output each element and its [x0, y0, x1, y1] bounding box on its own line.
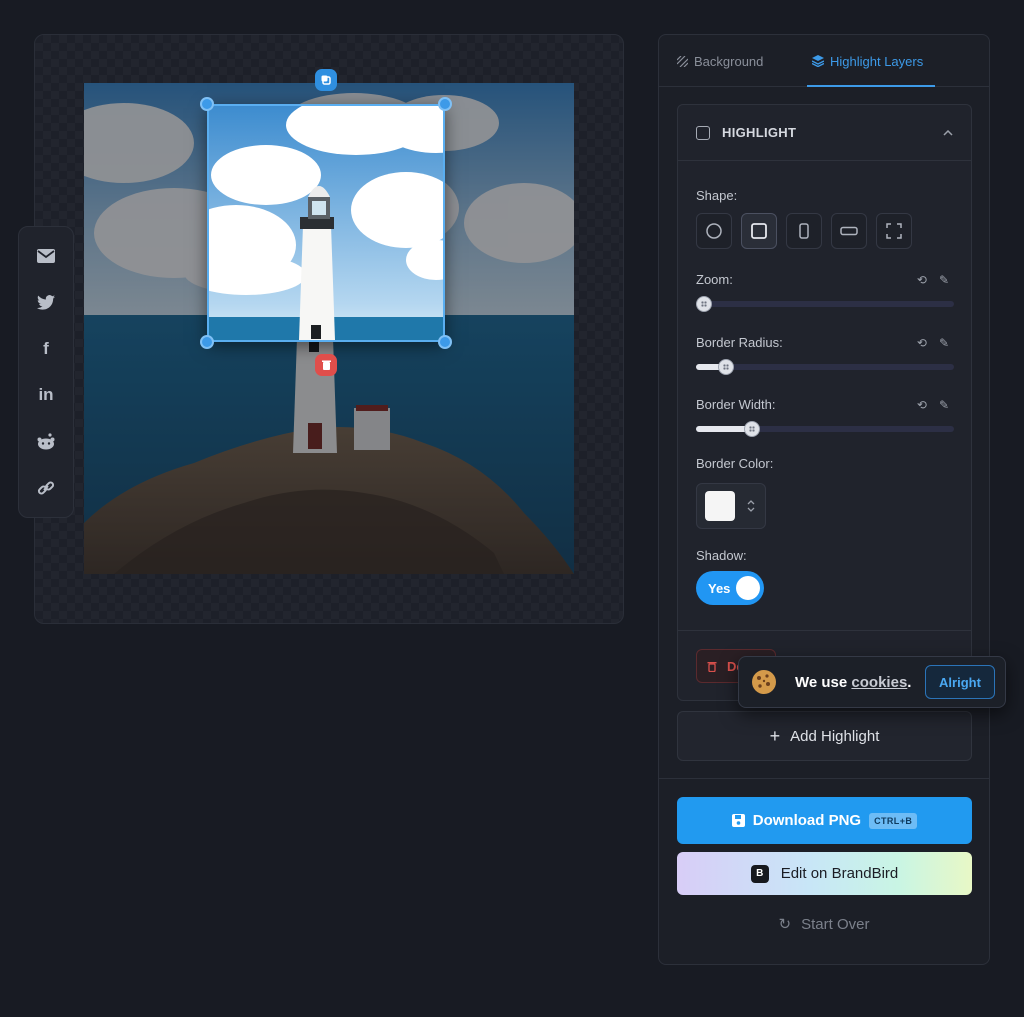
reset-icon[interactable]: ⟲: [917, 273, 927, 287]
border-width-slider[interactable]: [696, 421, 954, 437]
color-swatch: [705, 491, 735, 521]
tab-highlight-layers-label: Highlight Layers: [830, 53, 924, 69]
tab-background[interactable]: Background: [677, 35, 763, 87]
reset-icon[interactable]: ⟲: [917, 398, 927, 412]
resize-handle-top-right[interactable]: [438, 97, 452, 111]
shadow-toggle[interactable]: Yes: [696, 571, 764, 605]
alright-button[interactable]: Alright: [925, 665, 995, 699]
tab-bar: Background Highlight Layers: [659, 35, 989, 87]
add-highlight-button[interactable]: + Add Highlight: [677, 711, 972, 761]
reset-icon[interactable]: ⟲: [917, 336, 927, 350]
card-divider: [678, 630, 971, 631]
shadow-toggle-label: Yes: [708, 580, 731, 596]
zoom-slider[interactable]: [696, 296, 954, 312]
settings-panel: Background Highlight Layers HIGHLIGHT Sh…: [658, 34, 990, 965]
chevron-up-icon[interactable]: [943, 129, 953, 136]
shadow-label: Shadow:: [696, 548, 747, 563]
shape-fullscreen-button[interactable]: [876, 213, 912, 249]
fullscreen-shape-icon: [886, 223, 902, 239]
cookie-icon: [752, 670, 776, 694]
edit-icon[interactable]: ✎: [939, 273, 949, 287]
tab-background-label: Background: [694, 53, 764, 69]
panel-divider: [659, 778, 989, 779]
shape-label: Shape:: [696, 188, 738, 203]
border-radius-tools: ⟲ ✎: [917, 336, 949, 350]
cookie-period: .: [907, 673, 912, 691]
add-highlight-label: Add Highlight: [790, 727, 880, 745]
linkedin-icon[interactable]: in: [32, 381, 60, 409]
email-icon[interactable]: [32, 242, 60, 270]
layers-icon: [812, 55, 824, 67]
tab-highlight-layers[interactable]: Highlight Layers: [812, 35, 923, 87]
highlight-title: HIGHLIGHT: [722, 125, 797, 140]
edit-icon[interactable]: ✎: [939, 398, 949, 412]
save-icon: [731, 814, 745, 827]
zoom-label: Zoom:: [696, 272, 733, 287]
toggle-thumb: [736, 576, 760, 600]
start-over-button[interactable]: ↻ Start Over: [659, 915, 989, 934]
circle-shape-icon: [706, 223, 722, 239]
border-radius-slider[interactable]: [696, 359, 954, 375]
share-bar: f in: [18, 226, 74, 518]
shortcut-badge: CTRL+B: [869, 812, 918, 829]
trash-icon: [321, 360, 331, 370]
zoom-tools: ⟲ ✎: [917, 273, 949, 287]
duplicate-highlight-button[interactable]: [315, 69, 337, 91]
resize-handle-top-left[interactable]: [200, 97, 214, 111]
edit-icon[interactable]: ✎: [939, 336, 949, 350]
cookies-link[interactable]: cookies: [851, 674, 907, 691]
resize-handle-bottom-left[interactable]: [200, 335, 214, 349]
reddit-icon[interactable]: [32, 427, 60, 455]
border-width-label: Border Width:: [696, 397, 776, 412]
highlight-region[interactable]: [207, 104, 445, 342]
shape-circle-button[interactable]: [696, 213, 732, 249]
highlight-card-header[interactable]: HIGHLIGHT: [678, 105, 971, 161]
border-color-label: Border Color:: [696, 456, 774, 471]
download-label: Download PNG: [752, 812, 862, 829]
download-png-button[interactable]: Download PNG CTRL+B: [677, 797, 972, 844]
active-tab-indicator: [807, 85, 935, 87]
start-over-label: Start Over: [801, 915, 870, 933]
pattern-icon: [677, 55, 688, 67]
cookie-text: We use: [795, 673, 852, 691]
landscape-shape-icon: [840, 226, 858, 236]
brandbird-logo-icon: B: [750, 864, 769, 883]
delete-highlight-chip[interactable]: [315, 354, 337, 376]
shape-square-button[interactable]: [741, 213, 777, 249]
shape-selector: [696, 213, 912, 249]
refresh-icon: ↻: [778, 916, 792, 933]
facebook-icon[interactable]: f: [32, 335, 60, 363]
border-width-tools: ⟲ ✎: [917, 398, 949, 412]
cookie-banner: We use cookies. Alright: [738, 656, 1006, 708]
square-shape-icon: [751, 223, 767, 239]
border-radius-label: Border Radius:: [696, 335, 783, 350]
shape-portrait-button[interactable]: [786, 213, 822, 249]
portrait-shape-icon: [799, 223, 809, 239]
border-color-picker[interactable]: [696, 483, 766, 529]
highlight-card: HIGHLIGHT Shape: Zoom: ⟲ ✎ Border Radius:…: [677, 104, 972, 701]
twitter-icon[interactable]: [32, 288, 60, 316]
resize-handle-bottom-right[interactable]: [438, 335, 452, 349]
edit-on-brandbird-button[interactable]: B Edit on BrandBird: [677, 852, 972, 895]
trash-icon: [707, 661, 717, 672]
chevron-updown-icon: [747, 500, 755, 512]
link-icon[interactable]: [32, 474, 60, 502]
cookie-message: We use cookies.: [795, 674, 925, 691]
brandbird-label: Edit on BrandBird: [780, 865, 899, 882]
duplicate-icon: [321, 75, 331, 85]
highlight-checkbox[interactable]: [696, 125, 710, 140]
plus-icon: +: [769, 725, 781, 746]
shape-landscape-button[interactable]: [831, 213, 867, 249]
